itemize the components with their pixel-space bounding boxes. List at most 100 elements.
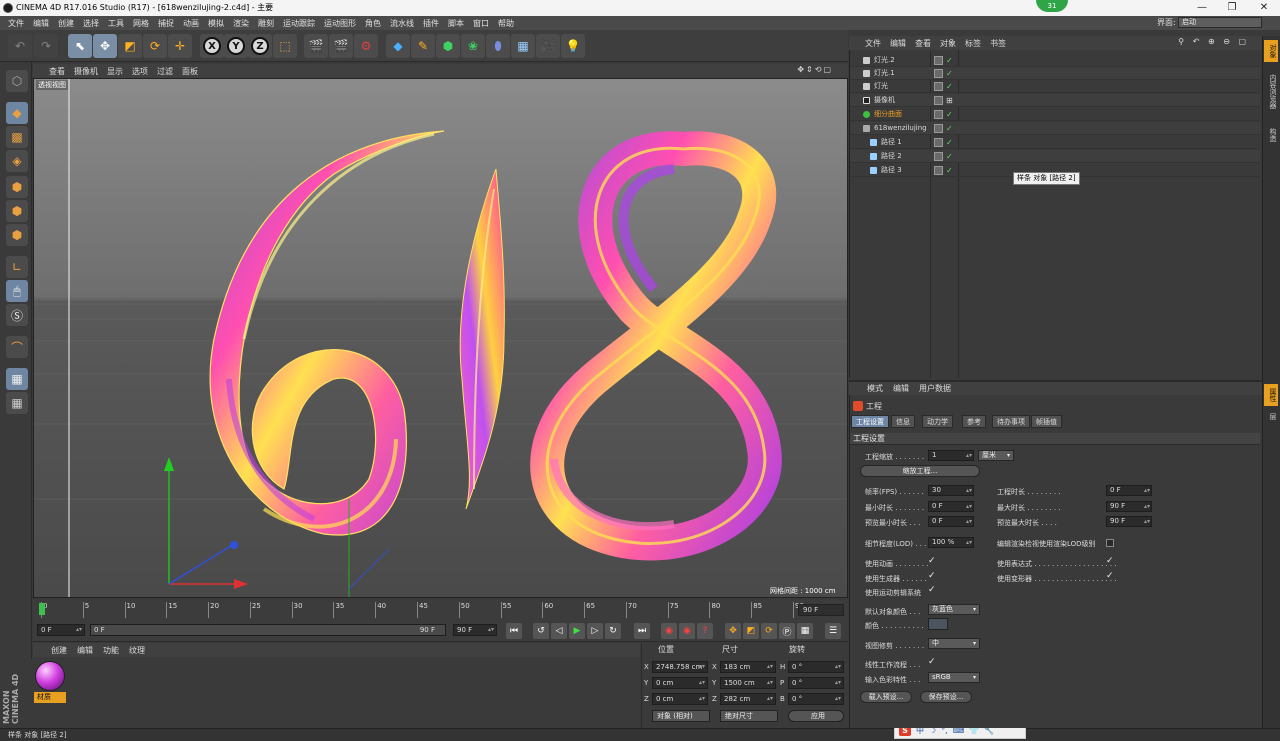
- menu-help[interactable]: 帮助: [498, 18, 514, 29]
- minimize-button[interactable]: —: [1188, 0, 1216, 16]
- light-icon[interactable]: 💡: [561, 34, 585, 58]
- size-mode-dropdown[interactable]: 绝对尺寸: [720, 710, 778, 722]
- redo-icon[interactable]: ↷: [34, 34, 58, 58]
- menu-pipeline[interactable]: 流水线: [390, 18, 414, 29]
- save-preset-button[interactable]: 保存预设...: [920, 691, 972, 703]
- viewport-menu-panel[interactable]: 面板: [182, 66, 198, 77]
- pos-y-field[interactable]: 0 cm ▴▾: [652, 677, 708, 689]
- perspective-viewport[interactable]: [33, 78, 848, 598]
- visibility-toggle[interactable]: [934, 82, 943, 91]
- object-row[interactable]: 618wenzilujing ✓: [850, 122, 1260, 135]
- menu-create[interactable]: 创建: [58, 18, 74, 29]
- material-menu-create[interactable]: 创建: [51, 645, 67, 656]
- restore-button[interactable]: ❐: [1218, 0, 1246, 16]
- menu-sculpt[interactable]: 雕刻: [258, 18, 274, 29]
- layout-select[interactable]: 启动: [1178, 17, 1262, 28]
- y-axis-lock-icon[interactable]: Y: [224, 34, 248, 58]
- render-view-icon[interactable]: 🎬: [304, 34, 328, 58]
- floor-icon[interactable]: ▦: [511, 34, 535, 58]
- menu-mograph[interactable]: 运动图形: [324, 18, 356, 29]
- object-row[interactable]: 细分曲面 ✓: [850, 108, 1260, 121]
- close-button[interactable]: ✕: [1250, 0, 1278, 16]
- menu-edit[interactable]: 编辑: [33, 18, 49, 29]
- texture-mode-icon[interactable]: ▩: [6, 126, 28, 148]
- next-frame-icon[interactable]: ▷: [587, 623, 603, 639]
- visibility-toggle[interactable]: [934, 56, 943, 65]
- visibility-toggle[interactable]: [934, 96, 943, 105]
- material-thumbnail[interactable]: 材质: [34, 660, 66, 704]
- object-row[interactable]: 路径 2 ✓: [850, 150, 1260, 163]
- use-animation-checkbox[interactable]: ✓: [928, 556, 936, 566]
- use-expressions-checkbox[interactable]: ✓: [1106, 556, 1114, 566]
- viewport-menu-options[interactable]: 选项: [132, 66, 148, 77]
- visibility-toggle[interactable]: [934, 152, 943, 161]
- render-picture-viewer-icon[interactable]: 🎬: [329, 34, 353, 58]
- object-row[interactable]: 路径 1 ✓: [850, 136, 1260, 149]
- tab-reference[interactable]: 参考: [962, 415, 986, 428]
- tab-todo[interactable]: 待办事项: [992, 415, 1030, 428]
- scale-tool-icon[interactable]: ◩: [118, 34, 142, 58]
- next-key-icon[interactable]: ↻: [605, 623, 621, 639]
- scale-project-button[interactable]: 缩放工程...: [860, 465, 980, 477]
- live-selection-icon[interactable]: ⬉: [68, 34, 92, 58]
- project-scale-field[interactable]: 1 ▴▾: [928, 450, 974, 461]
- pen-spline-icon[interactable]: ✎: [411, 34, 435, 58]
- menu-character[interactable]: 角色: [365, 18, 381, 29]
- recent-tool-icon[interactable]: ✛: [168, 34, 192, 58]
- points-mode-icon[interactable]: ⬢: [6, 176, 28, 198]
- ribbon-six[interactable]: [209, 130, 445, 536]
- key-scale-icon[interactable]: ◩: [743, 623, 759, 639]
- undo-icon[interactable]: ↶: [8, 34, 32, 58]
- menu-select[interactable]: 选择: [83, 18, 99, 29]
- viewport-menu-camera[interactable]: 摄像机: [74, 66, 98, 77]
- end-frame-field[interactable]: 90 F ▴▾: [453, 624, 497, 636]
- tab-project-settings[interactable]: 工程设置: [851, 415, 889, 428]
- material-menu-edit[interactable]: 编辑: [77, 645, 93, 656]
- render-settings-icon[interactable]: ⚙: [354, 34, 378, 58]
- tab-structure[interactable]: 构造: [1264, 124, 1278, 146]
- camera-target-icon[interactable]: ⊞: [946, 94, 953, 107]
- magnet-icon[interactable]: ⌒: [6, 336, 28, 358]
- lock-workplane-icon[interactable]: ▦: [6, 392, 28, 414]
- visibility-toggle[interactable]: [934, 166, 943, 175]
- size-z-field[interactable]: 282 cm ▴▾: [720, 693, 776, 705]
- pos-x-field[interactable]: 2748.758 cm ▴▾: [652, 661, 708, 673]
- timeline-ruler[interactable]: 051015202530354045505560657075808590: [33, 600, 848, 620]
- object-menu-tags[interactable]: 标签: [965, 38, 981, 49]
- min-time-field[interactable]: 0 F ▴▾: [928, 501, 974, 512]
- tab-layers[interactable]: 层: [1264, 408, 1278, 424]
- play-icon[interactable]: ▶: [569, 623, 585, 639]
- menu-file[interactable]: 文件: [8, 18, 24, 29]
- coord-mode-dropdown[interactable]: 对象 (相对): [652, 710, 710, 722]
- key-parameter-icon[interactable]: Ⓟ: [779, 623, 795, 639]
- ribbon-one[interactable]: [459, 168, 505, 510]
- viewport-navigation-icon[interactable]: ✥⇕⟲▢: [797, 65, 833, 74]
- menu-animate[interactable]: 动画: [183, 18, 199, 29]
- previous-frame-icon[interactable]: ◁: [551, 623, 567, 639]
- object-menu-edit[interactable]: 编辑: [890, 38, 906, 49]
- menu-snap[interactable]: 捕捉: [158, 18, 174, 29]
- x-axis-lock-icon[interactable]: X: [200, 34, 224, 58]
- key-pla-icon[interactable]: ▦: [797, 623, 813, 639]
- snap-icon[interactable]: Ⓢ: [6, 304, 28, 326]
- use-generators-checkbox[interactable]: ✓: [928, 571, 936, 581]
- attribute-menu-mode[interactable]: 模式: [867, 383, 883, 394]
- tab-info[interactable]: 信息: [891, 415, 915, 428]
- edges-mode-icon[interactable]: ⬢: [6, 200, 28, 222]
- tab-attributes[interactable]: 属性: [1264, 384, 1278, 406]
- object-menu-bookmarks[interactable]: 书签: [990, 38, 1006, 49]
- rot-p-field[interactable]: 0 ° ▴▾: [788, 677, 844, 689]
- load-preset-button[interactable]: 载入预设...: [860, 691, 912, 703]
- go-to-start-icon[interactable]: ⏮: [506, 623, 522, 639]
- attribute-menu-userdata[interactable]: 用户数据: [919, 383, 951, 394]
- subdivision-surface-icon[interactable]: ⬢: [436, 34, 460, 58]
- menu-script[interactable]: 脚本: [448, 18, 464, 29]
- view-clipping-dropdown[interactable]: 中 ▾: [928, 638, 980, 649]
- enabled-check-icon[interactable]: ✓: [946, 67, 953, 80]
- linear-workflow-checkbox[interactable]: ✓: [928, 657, 936, 667]
- input-color-profile-dropdown[interactable]: sRGB ▾: [928, 672, 980, 683]
- go-to-end-icon[interactable]: ⏭: [634, 623, 650, 639]
- visibility-toggle[interactable]: [934, 69, 943, 78]
- enabled-check-icon[interactable]: ✓: [946, 150, 953, 163]
- enabled-check-icon[interactable]: ✓: [946, 108, 953, 121]
